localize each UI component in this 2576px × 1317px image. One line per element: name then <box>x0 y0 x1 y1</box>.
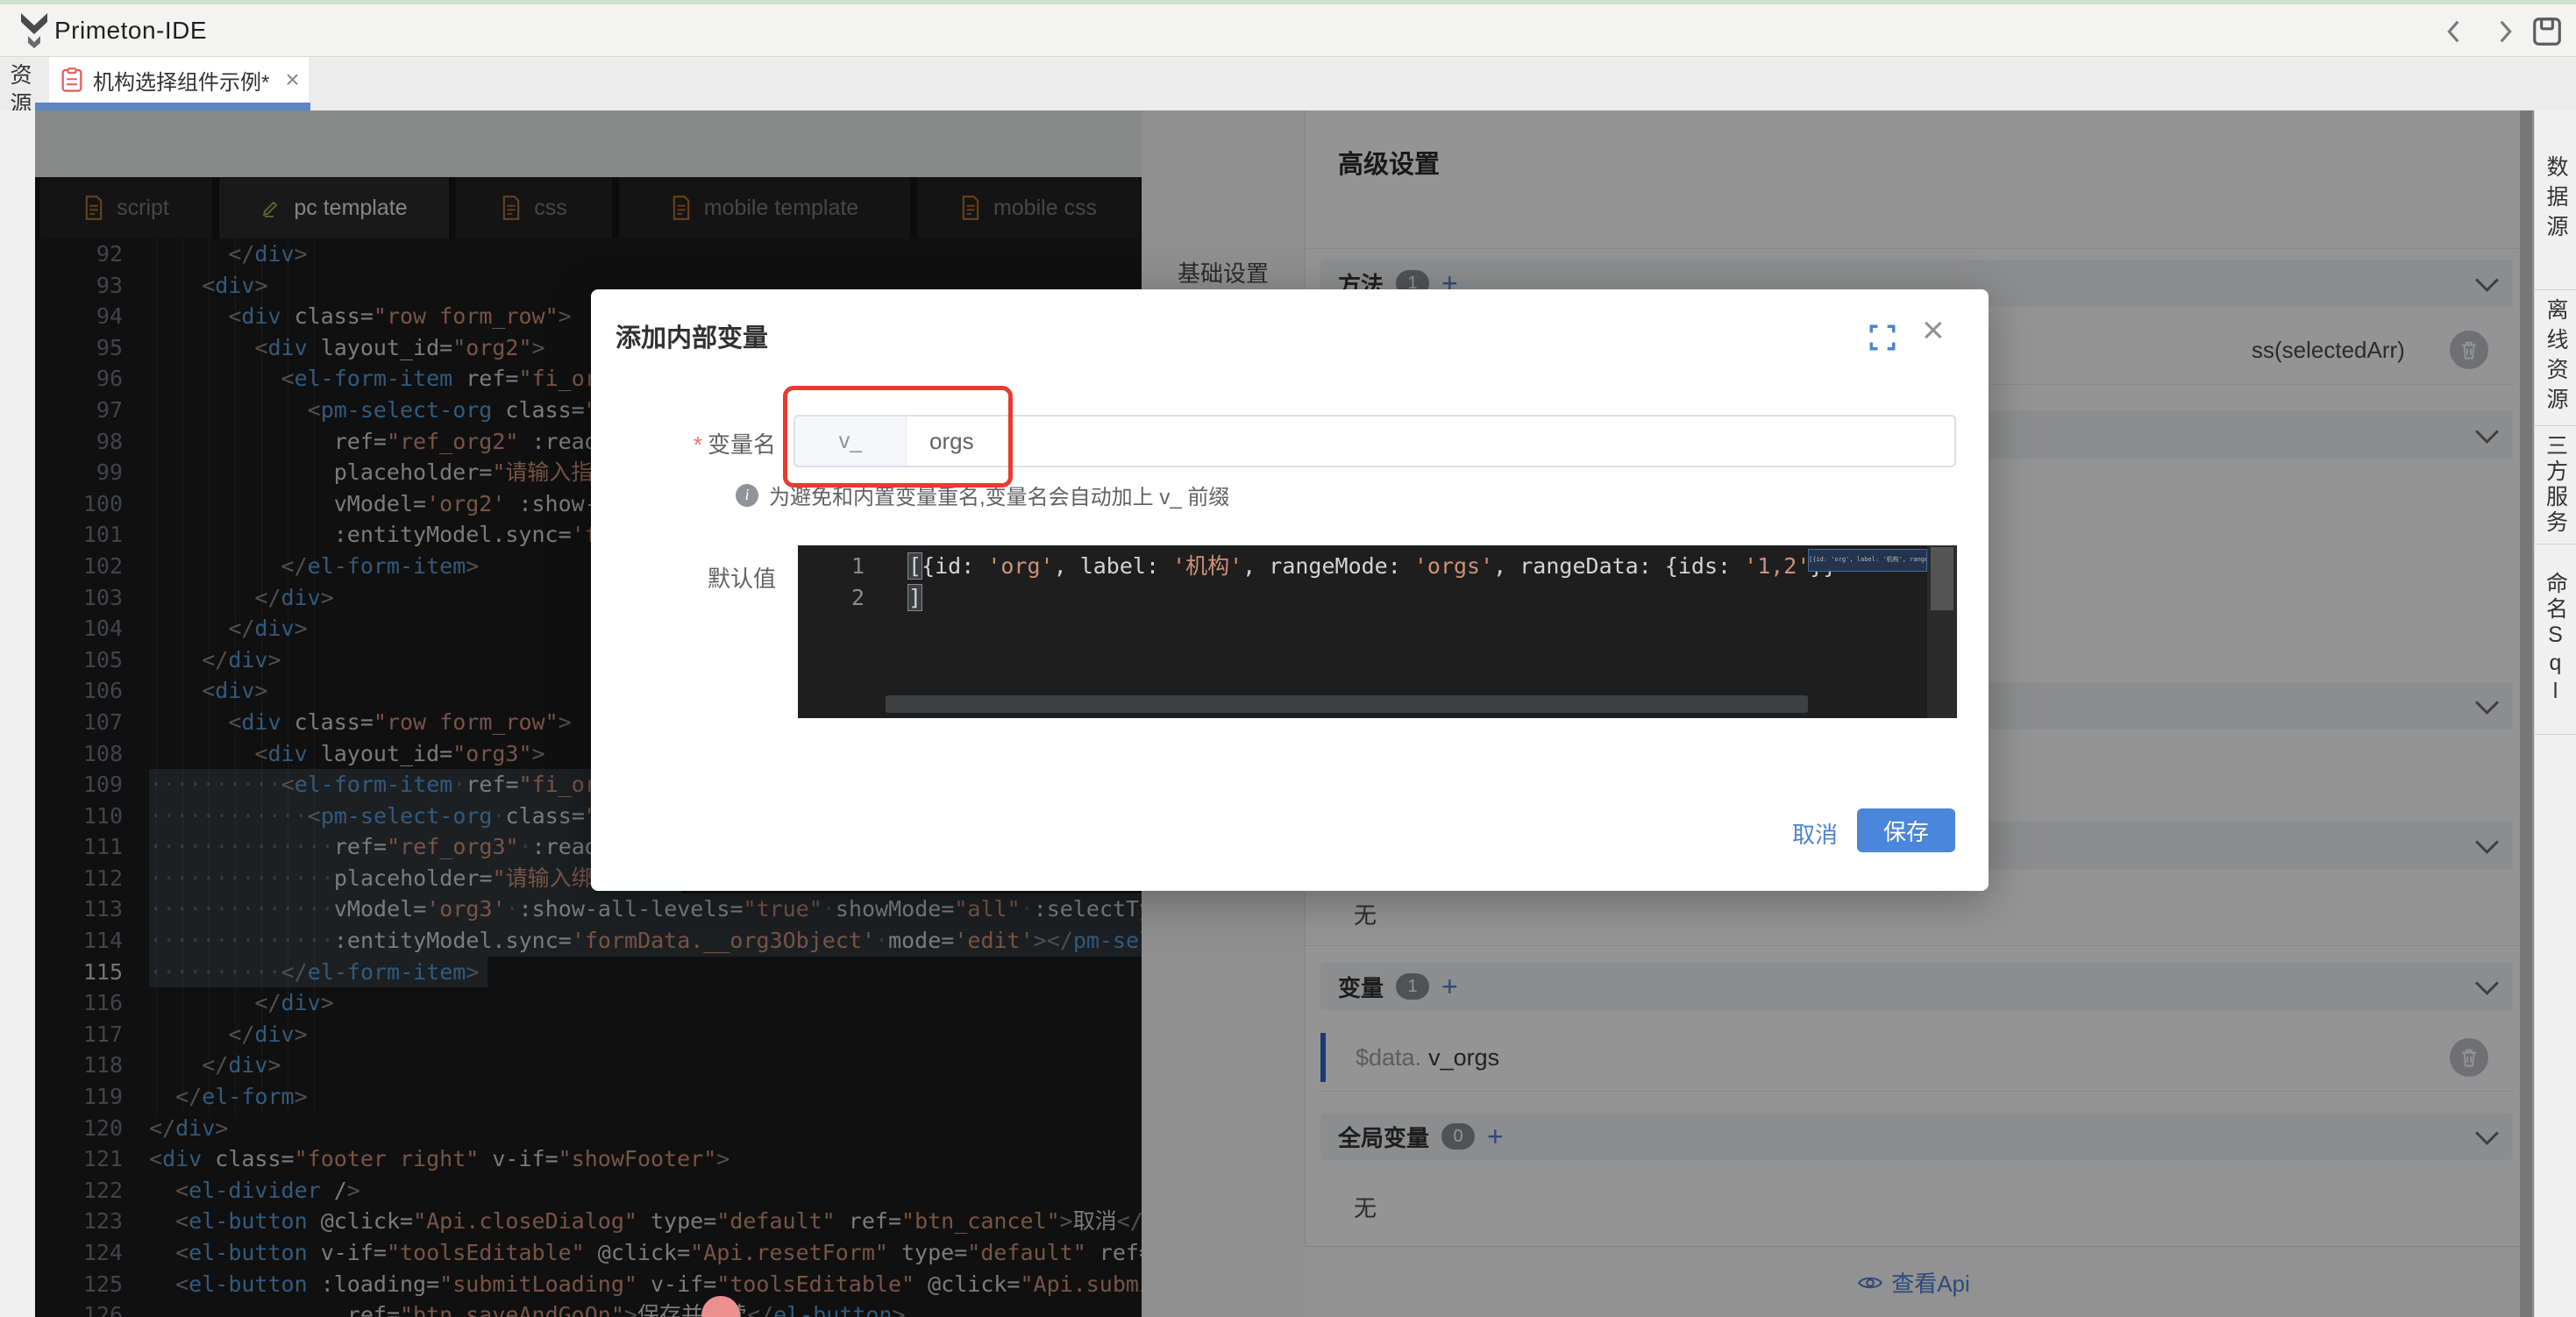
document-tab-label: 机构选择组件示例* <box>93 65 269 96</box>
default-value-editor[interactable]: 1 [{id: 'org', label: '机构', rangeMode: 'o… <box>798 545 1957 718</box>
save-button[interactable]: 保存 <box>1857 808 1955 852</box>
dialog-title: 添加内部变量 <box>616 317 768 354</box>
hint-row: i 为避免和内置变量重名,变量名会自动加上 v_ 前缀 <box>736 480 1229 510</box>
app-logo-icon <box>18 11 51 48</box>
left-rail <box>0 110 36 1317</box>
default-value-code-line: 1 [{id: 'org', label: '机构', rangeMode: 'o… <box>798 551 1957 582</box>
app-window: Primeton-IDE 资源 机构选择组件示例* × scriptpc tem… <box>0 0 2576 1317</box>
minimap: [{id: 'org', label: '机构', rangeMode: 'or… <box>1808 549 1927 572</box>
var-name-input[interactable]: v_ orgs <box>793 415 1956 467</box>
rail-item-offline-resources[interactable]: 离线资源 <box>2535 289 2576 426</box>
cancel-button[interactable]: 取消 <box>1780 814 1850 852</box>
close-icon[interactable]: × <box>1922 309 1945 352</box>
document-tab[interactable]: 机构选择组件示例* × <box>49 57 309 103</box>
nav-forward-icon[interactable] <box>2490 17 2520 46</box>
default-value-code-line: 2] <box>798 582 1957 614</box>
editor-scrollbar-vertical[interactable] <box>1927 545 1957 718</box>
fullscreen-icon[interactable] <box>1868 323 1897 352</box>
default-value-label: 默认值 <box>579 561 776 594</box>
var-name-value[interactable]: orgs <box>907 416 1954 466</box>
scrollbar-thumb[interactable] <box>1931 547 1953 610</box>
add-internal-variable-dialog: 添加内部变量 × *变量名 v_ orgs i 为避免和内置变量重名,变量名会自… <box>591 289 1989 891</box>
document-tab-strip <box>0 57 2576 111</box>
save-icon[interactable] <box>2530 15 2564 48</box>
var-name-prefix: v_ <box>795 416 907 466</box>
var-name-label: *变量名 <box>579 427 776 459</box>
rail-item-datasource[interactable]: 数据源 <box>2535 110 2576 290</box>
line-number: 2 <box>798 582 865 614</box>
info-icon: i <box>736 484 758 507</box>
file-icon <box>61 68 82 92</box>
line-number: 1 <box>798 551 865 582</box>
nav-back-icon[interactable] <box>2439 17 2469 46</box>
title-bar: Primeton-IDE <box>0 4 2576 57</box>
rail-item-named-sql[interactable]: 命名Sql <box>2535 544 2576 735</box>
close-icon[interactable]: × <box>285 66 299 94</box>
required-asterisk: * <box>694 431 702 458</box>
app-title: Primeton-IDE <box>54 17 207 45</box>
active-tab-underline <box>35 103 310 110</box>
hint-text: 为避免和内置变量重名,变量名会自动加上 v_ 前缀 <box>769 480 1229 510</box>
right-rail: 数据源 离线资源 三方服务 命名Sql <box>2534 110 2576 1317</box>
editor-scrollbar-horizontal[interactable] <box>886 695 1808 713</box>
rail-item-third-party-services[interactable]: 三方服务 <box>2535 425 2576 545</box>
